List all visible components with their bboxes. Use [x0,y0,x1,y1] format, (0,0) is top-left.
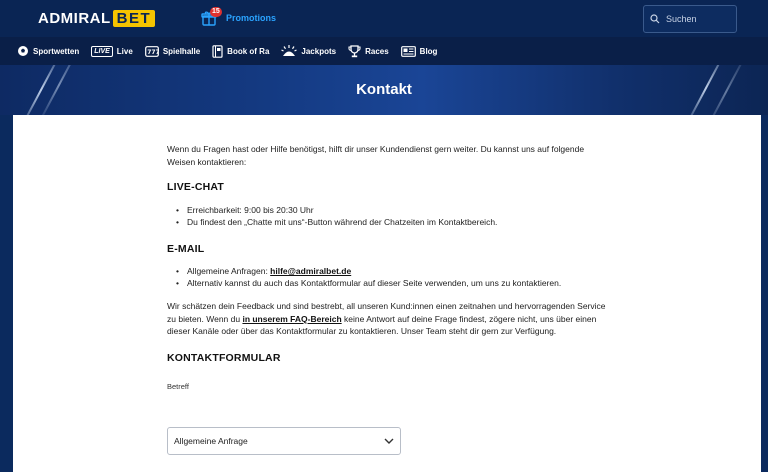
betreff-label: Betreff [167,382,189,391]
live-icon-text: LIVE [91,45,113,57]
logo-text-bet: BET [112,10,156,27]
nav-item-blog[interactable]: Blog [400,45,438,57]
list-item: Du findest den „Chatte mit uns“-Button w… [167,216,607,228]
admiralbet-logo[interactable]: ADMIRAL BET [38,10,156,27]
nav-label-jackpots: Jackpots [301,46,337,56]
nav-item-sportwetten[interactable]: Sportwetten [17,45,79,57]
email-item-prefix: Allgemeine Anfragen: [187,266,271,276]
contact-content: Wenn du Fragen hast oder Hilfe benötigst… [167,143,607,394]
nav-label-sportwetten: Sportwetten [33,46,80,56]
email-list: Allgemeine Anfragen: hilfe@admiralbet.de… [167,265,607,289]
blog-icon [400,45,416,57]
promotions-label: Promotions [226,13,277,23]
page-title: Kontakt [356,81,412,98]
live-icon: LIVE [91,45,113,57]
list-item: Alternativ kannst du auch das Kontaktfor… [167,277,607,289]
promotions-count-badge: 15 [210,7,222,17]
nav-label-book-of-ra: Book of Ra [227,46,270,56]
feedback-text: Wir schätzen dein Feedback und sind best… [167,300,607,338]
page-hero-banner: Kontakt [0,65,768,115]
logo-text-admiral: ADMIRAL [38,10,111,27]
nav-item-live[interactable]: LIVE Live [91,45,133,57]
list-item: Erreichbarkeit: 9:00 bis 20:30 Uhr [167,204,607,216]
nav-item-book-of-ra[interactable]: Book of Ra [212,44,270,58]
main-nav: Sportwetten LIVE Live 777 Spielhalle Boo… [0,37,768,65]
nav-item-races[interactable]: Races [348,44,389,58]
faq-link[interactable]: in unserem FAQ-Bereich [242,314,341,324]
live-chat-list: Erreichbarkeit: 9:00 bis 20:30 Uhr Du fi… [167,204,607,228]
search-input[interactable]: Suchen [643,5,737,33]
nav-item-jackpots[interactable]: Jackpots [281,45,336,57]
trophy-icon [348,44,361,58]
nav-label-races: Races [365,46,389,56]
slot-machine-icon: 777 [144,45,159,57]
email-heading: E-MAIL [167,242,205,255]
search-icon [650,14,660,24]
soccer-ball-icon [17,45,29,57]
search-placeholder: Suchen [666,14,697,24]
book-icon [212,44,223,58]
promotions-link[interactable]: 15 Promotions [201,7,277,26]
chevron-down-icon [384,438,394,444]
jackpot-icon [281,45,298,57]
nav-label-live: Live [116,46,133,56]
list-item: Allgemeine Anfragen: hilfe@admiralbet.de [167,265,607,277]
svg-text:777: 777 [147,49,159,56]
betreff-selected-value: Allgemeine Anfrage [174,436,248,446]
email-link[interactable]: hilfe@admiralbet.de [270,266,351,276]
nav-label-spielhalle: Spielhalle [162,46,201,56]
top-header: ADMIRAL BET 15 Promotions Suchen [0,0,768,37]
contact-form-heading: KONTAKTFORMULAR [167,351,281,364]
gift-icon: 15 [201,7,222,26]
nav-item-spielhalle[interactable]: 777 Spielhalle [144,45,201,57]
betreff-select[interactable]: Allgemeine Anfrage [167,427,401,455]
nav-label-blog: Blog [419,46,438,56]
live-chat-heading: LIVE-CHAT [167,181,225,193]
intro-text: Wenn du Fragen hast oder Hilfe benötigst… [167,144,585,167]
content-card: Wenn du Fragen hast oder Hilfe benötigst… [13,115,761,472]
